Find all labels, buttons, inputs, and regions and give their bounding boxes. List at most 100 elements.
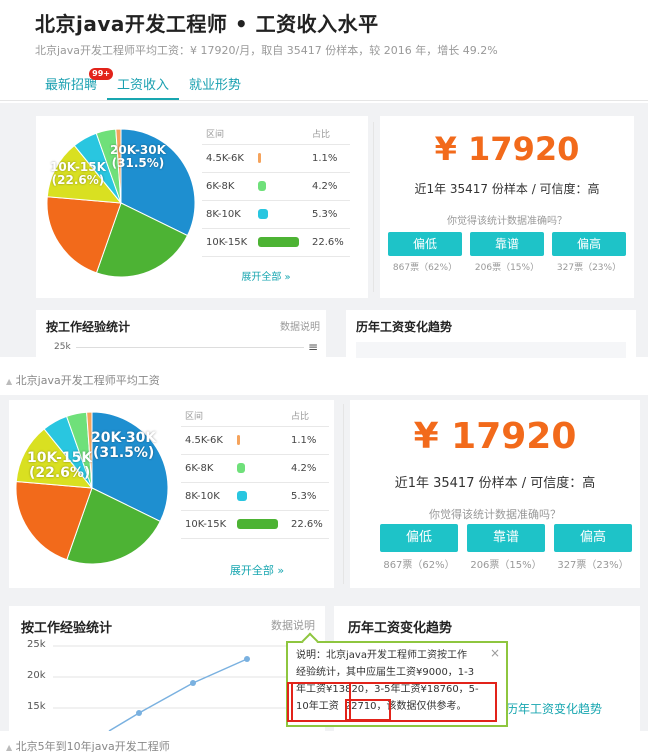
distribution-card-top: 20K-30K (31.5%) 10K-15K (22.6%) 区间 占比 4.5…: [36, 116, 368, 298]
share-cell: 5.3%: [308, 200, 350, 229]
accuracy-question: 你觉得该统计数据准确吗？: [429, 508, 561, 521]
distribution-table: 区间 占比 4.5K-6K 1.1% 6K-8K 4.2% 8K-10K 5.3% 10K-1…: [202, 124, 350, 257]
vote-high-button[interactable]: 偏高: [554, 524, 632, 552]
pie-label-20k-30k: 20K-30K (31.5%): [91, 430, 156, 462]
range-cell: 8K-10K: [181, 482, 233, 511]
share-bar: [258, 152, 261, 163]
divider: [343, 404, 344, 584]
close-icon[interactable]: ×: [490, 645, 500, 662]
menu-icon[interactable]: ≡: [308, 340, 318, 354]
share-bar-cell: [254, 172, 308, 201]
caption-text: 北京java开发工程师平均工资: [15, 374, 160, 387]
data-point: [190, 680, 196, 686]
vote-high-button[interactable]: 偏高: [552, 232, 626, 256]
tab-salary[interactable]: 工资收入: [107, 74, 180, 100]
divider: [373, 122, 374, 292]
share-cell: 22.6%: [287, 510, 329, 539]
share-bar-cell: [233, 426, 287, 455]
share-bar: [258, 236, 299, 247]
data-point: [136, 710, 142, 716]
share-bar: [237, 518, 278, 529]
data-point: [244, 656, 250, 662]
range-cell: 6K-8K: [181, 454, 233, 483]
share-bar: [237, 434, 240, 445]
distribution-row: 6K-8K 4.2%: [181, 454, 329, 483]
share-cell: 22.6%: [308, 228, 350, 257]
range-cell: 10K-15K: [202, 228, 254, 257]
distribution-row: 8K-10K 5.3%: [202, 200, 350, 229]
expand-all-link[interactable]: 展开全部 »: [217, 562, 297, 578]
range-cell: 10K-15K: [181, 510, 233, 539]
accuracy-question: 你觉得该统计数据准确吗？: [447, 216, 567, 227]
vote-low-button[interactable]: 偏低: [380, 524, 458, 552]
sample-stat: 近1年 35417 份样本 / 可信度：高: [394, 476, 596, 491]
caption-text: 北京5年到10年java开发工程师: [15, 740, 170, 753]
range-cell: 4.5K-6K: [202, 144, 254, 173]
tab-label: 就业形势: [189, 78, 242, 93]
experience-line-chart: [53, 645, 309, 731]
history-title: 历年工资变化趋势: [348, 621, 453, 636]
expand-all-link[interactable]: 展开全部 »: [226, 268, 306, 283]
sample-stat: 近1年 35417 份样本 / 可信度：高: [414, 182, 600, 196]
experience-card-bottom: 按工作经验统计 数据说明 25k 20k 15k: [9, 606, 325, 731]
caption-bottom: ▲ 北京5年到10年java开发工程师: [6, 738, 170, 754]
col-share-header: 占比: [308, 124, 350, 145]
data-note-link[interactable]: 数据说明: [280, 318, 320, 333]
distribution-card-bottom: 20K-30K (31.5%) 10K-15K (22.6%) 区间 占比 4.5…: [9, 400, 334, 588]
distribution-row: 8K-10K 5.3%: [181, 482, 329, 511]
share-bar: [258, 208, 268, 219]
experience-title: 按工作经验统计: [46, 320, 131, 334]
share-bar: [258, 180, 266, 191]
tab-employment[interactable]: 就业形势: [179, 74, 251, 100]
vote-fair-button[interactable]: 靠谱: [470, 232, 544, 256]
pie-label-10k-15k: 10K-15K (22.6%): [50, 160, 106, 188]
triangle-icon: ▲: [6, 377, 13, 386]
share-bar-cell: [254, 228, 308, 257]
series-line: [108, 658, 248, 731]
share-bar-cell: [254, 200, 308, 229]
distribution-table: 区间 占比 4.5K-6K 1.1% 6K-8K 4.2% 8K-10K 5.3% 10K-1…: [181, 406, 329, 539]
share-bar-cell: [233, 510, 287, 539]
col-share-header: 占比: [287, 406, 329, 427]
tab-label: 最新招聘: [45, 78, 98, 93]
summary-card-top: ¥ 17920 近1年 35417 份样本 / 可信度：高 你觉得该统计数据准确…: [380, 116, 634, 298]
pie-label-10k-15k: 10K-15K (22.6%): [27, 450, 92, 482]
pie-label-pct: (31.5%): [111, 156, 165, 171]
tab-latest-jobs[interactable]: 最新招聘 99+: [35, 68, 114, 100]
avg-salary: ¥ 17920: [413, 416, 577, 457]
history-trend-link[interactable]: 历年工资变化趋势: [506, 700, 602, 717]
page-title: 北京java开发工程师 • 工资收入水平: [35, 12, 379, 36]
pie-label-20k-30k: 20K-30K (31.5%): [110, 143, 166, 171]
distribution-row: 10K-15K 22.6%: [202, 228, 350, 257]
experience-card-top: 按工作经验统计 数据说明 25k ≡: [36, 310, 326, 358]
history-chart-area: [356, 342, 626, 358]
share-cell: 4.2%: [287, 454, 329, 483]
highlight-box: [287, 682, 497, 722]
y-tick-label: 25k: [54, 342, 71, 352]
share-bar-cell: [233, 482, 287, 511]
history-card-top: 历年工资变化趋势: [346, 310, 636, 358]
col-range-header: 区间: [181, 406, 233, 427]
summary-card-bottom: ¥ 17920 近1年 35417 份样本 / 可信度：高 你觉得该统计数据准确…: [350, 400, 640, 588]
share-cell: 1.1%: [287, 426, 329, 455]
distribution-row: 10K-15K 22.6%: [181, 510, 329, 539]
pie-label-pct: (22.6%): [51, 173, 105, 188]
vote-high-count: 327票（23%）: [556, 263, 622, 273]
col-range-header: 区间: [202, 124, 254, 145]
tooltip-line: 经验统计，其中应届生工资¥9000，1-3: [296, 667, 475, 678]
gridline: [76, 347, 304, 348]
vote-fair-count: 206票（15%）: [474, 263, 540, 273]
vote-low-button[interactable]: 偏低: [388, 232, 462, 256]
tab-divider: [0, 100, 648, 101]
pie-label-pct: (22.6%): [28, 465, 91, 482]
vote-fair-button[interactable]: 靠谱: [467, 524, 545, 552]
pie-label-pct: (31.5%): [92, 445, 155, 462]
salary-pie-chart: [15, 411, 169, 565]
history-title: 历年工资变化趋势: [356, 320, 453, 334]
tab-label: 工资收入: [117, 78, 170, 93]
triangle-icon: ▲: [6, 743, 13, 752]
vote-low-count: 867票（62%）: [392, 263, 458, 273]
vote-high-count: 327票（23%）: [557, 560, 629, 571]
page-subtitle: 北京java开发工程师平均工资：¥ 17920/月，取自 35417 份样本，较…: [35, 44, 498, 57]
distribution-row: 4.5K-6K 1.1%: [202, 144, 350, 173]
